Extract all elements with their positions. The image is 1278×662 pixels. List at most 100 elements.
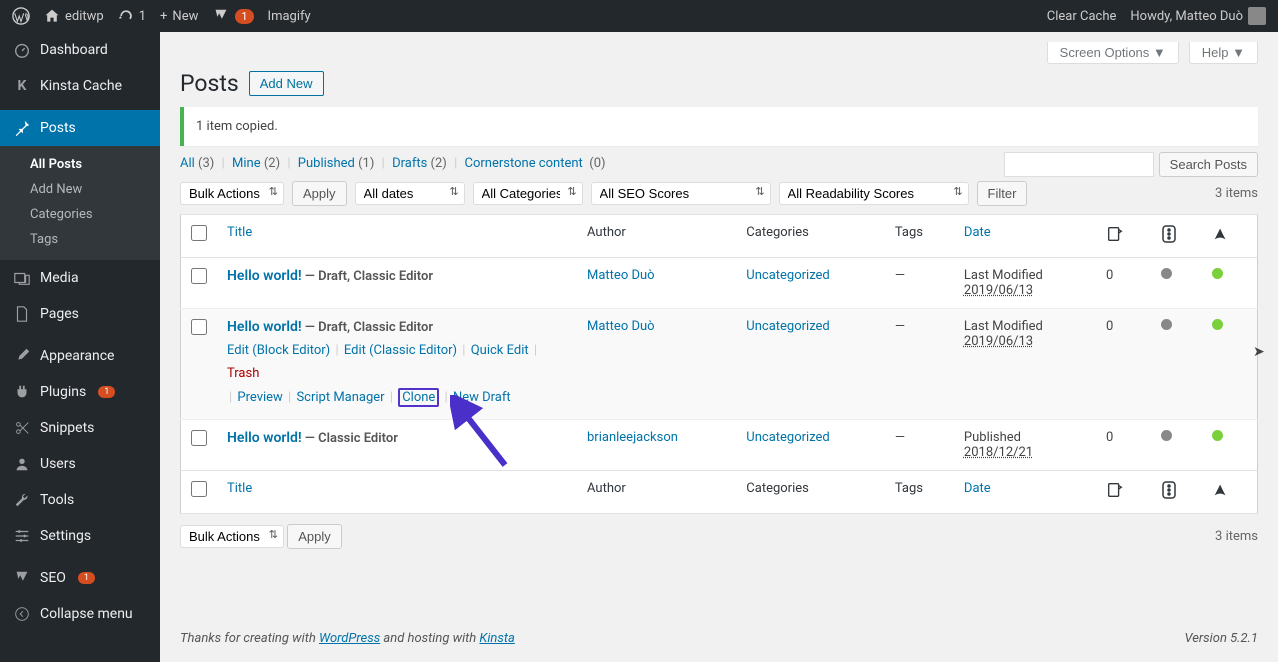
version-label: Version 5.2.1: [1184, 631, 1258, 646]
col-categories: Categories: [736, 471, 885, 514]
new-content-link[interactable]: + New: [160, 9, 198, 24]
col-date[interactable]: Date: [964, 481, 991, 496]
script-manager-link[interactable]: Script Manager: [296, 390, 384, 405]
site-name[interactable]: editwp: [44, 8, 104, 24]
edit-classic-link[interactable]: Edit (Classic Editor): [344, 343, 457, 358]
menu-label: Collapse menu: [40, 606, 133, 622]
search-posts-button[interactable]: Search Posts: [1159, 152, 1258, 177]
edit-block-link[interactable]: Edit (Block Editor): [227, 343, 330, 358]
row-checkbox[interactable]: [191, 319, 207, 335]
menu-label: Dashboard: [40, 42, 108, 58]
row-checkbox[interactable]: [191, 268, 207, 284]
menu-label: Tools: [40, 492, 74, 508]
wordpress-link[interactable]: WordPress: [319, 631, 380, 646]
seo-select[interactable]: All SEO Scores: [591, 182, 771, 205]
menu-kinsta[interactable]: KKinsta Cache: [0, 68, 160, 104]
row-checkbox[interactable]: [191, 430, 207, 446]
apply-bottom-button[interactable]: Apply: [287, 524, 342, 549]
new-draft-link[interactable]: New Draft: [453, 390, 511, 405]
readability-dot-icon: [1212, 268, 1223, 279]
post-title-link[interactable]: Hello world!: [227, 430, 302, 446]
menu-plugins[interactable]: Plugins1: [0, 374, 160, 410]
filter-mine[interactable]: Mine: [232, 156, 261, 171]
add-new-button[interactable]: Add New: [249, 71, 324, 96]
dates-select[interactable]: All dates: [355, 182, 465, 205]
date-label: Last Modified: [964, 319, 1043, 334]
readability-select[interactable]: All Readability Scores: [779, 182, 969, 205]
menu-appearance[interactable]: Appearance: [0, 338, 160, 374]
filter-drafts[interactable]: Drafts: [392, 156, 427, 171]
select-all-top[interactable]: [191, 225, 207, 241]
quick-edit-link[interactable]: Quick Edit: [471, 343, 529, 358]
submenu-all-posts[interactable]: All Posts: [0, 152, 160, 177]
menu-media[interactable]: Media: [0, 260, 160, 296]
kinsta-link[interactable]: Kinsta: [479, 631, 514, 646]
filter-published[interactable]: Published: [298, 156, 355, 171]
post-state: — Classic Editor: [302, 431, 398, 446]
author-link[interactable]: Matteo Duò: [587, 268, 655, 283]
menu-seo[interactable]: SEO1: [0, 560, 160, 596]
filter-button[interactable]: Filter: [977, 181, 1028, 206]
category-link[interactable]: Uncategorized: [746, 430, 829, 445]
menu-dashboard[interactable]: Dashboard: [0, 32, 160, 68]
menu-tools[interactable]: Tools: [0, 482, 160, 518]
bulk-actions-服select[interactable]: Bulk Actions: [180, 182, 284, 205]
avatar: [1248, 7, 1266, 25]
col-date[interactable]: Date: [964, 225, 991, 240]
apply-button[interactable]: Apply: [292, 181, 347, 206]
menu-label: Kinsta Cache: [40, 78, 122, 94]
author-link[interactable]: Matteo Duò: [587, 319, 655, 334]
post-title-link[interactable]: Hello world!: [227, 268, 302, 284]
sliders-icon: [12, 526, 32, 546]
tags-cell: —: [885, 258, 954, 309]
my-account[interactable]: Howdy, Matteo Duò: [1130, 7, 1266, 25]
menu-snippets[interactable]: Snippets: [0, 410, 160, 446]
menu-posts[interactable]: Posts: [0, 110, 160, 146]
categories-select[interactable]: All Categories: [473, 182, 583, 205]
menu-users[interactable]: Users: [0, 446, 160, 482]
comments-count: 0: [1096, 420, 1151, 471]
media-icon: [12, 268, 32, 288]
author-link[interactable]: brianleejackson: [587, 430, 678, 445]
comments-count: 0: [1096, 258, 1151, 309]
col-title[interactable]: Title: [227, 225, 252, 240]
refresh-icon: [118, 8, 134, 24]
clear-cache-link[interactable]: Clear Cache: [1047, 9, 1117, 24]
admin-bar: editwp 1 + New 1 Imagify Clear Cache How…: [0, 0, 1278, 32]
screen-options-button[interactable]: Screen Options ▼: [1047, 42, 1179, 64]
col-seo-icon: [1151, 471, 1203, 514]
col-seo-icon: [1151, 215, 1203, 258]
menu-label: Media: [40, 270, 79, 286]
date-value: 2018/12/21: [964, 445, 1033, 460]
filter-cornerstone[interactable]: Cornerstone content: [465, 156, 583, 171]
updates-link[interactable]: 1: [118, 8, 146, 24]
submenu-add-new[interactable]: Add New: [0, 177, 160, 202]
bulk-actions-bottom-select[interactable]: Bulk Actions: [180, 525, 284, 548]
yoast-badge: 1: [235, 9, 253, 24]
content-area: Screen Options ▼ Help ▼ Posts Add New 1 …: [160, 32, 1278, 662]
yoast-link[interactable]: 1: [212, 7, 253, 25]
select-all-bottom[interactable]: [191, 481, 207, 497]
menu-pages[interactable]: Pages: [0, 296, 160, 332]
post-title-link[interactable]: Hello world!: [227, 319, 302, 335]
admin-footer: Thanks for creating with WordPress and h…: [160, 621, 1278, 662]
search-input[interactable]: [1004, 152, 1154, 177]
date-value: 2019/06/13: [964, 334, 1033, 349]
help-button[interactable]: Help ▼: [1189, 42, 1258, 64]
posts-table: Title Author Categories Tags Date Hello …: [180, 214, 1258, 514]
category-link[interactable]: Uncategorized: [746, 319, 829, 334]
submenu-tags[interactable]: Tags: [0, 227, 160, 252]
collapse-menu[interactable]: Collapse menu: [0, 596, 160, 632]
submenu-categories[interactable]: Categories: [0, 202, 160, 227]
filter-all[interactable]: All: [180, 156, 195, 171]
menu-label: Appearance: [40, 348, 114, 364]
trash-link[interactable]: Trash: [227, 366, 259, 381]
preview-link[interactable]: Preview: [237, 390, 282, 405]
menu-settings[interactable]: Settings: [0, 518, 160, 554]
wp-logo-icon[interactable]: [12, 7, 30, 25]
imagify-link[interactable]: Imagify: [268, 9, 311, 24]
seo-badge: 1: [78, 572, 95, 584]
category-link[interactable]: Uncategorized: [746, 268, 829, 283]
col-title[interactable]: Title: [227, 481, 252, 496]
clone-link[interactable]: Clone: [398, 388, 439, 407]
